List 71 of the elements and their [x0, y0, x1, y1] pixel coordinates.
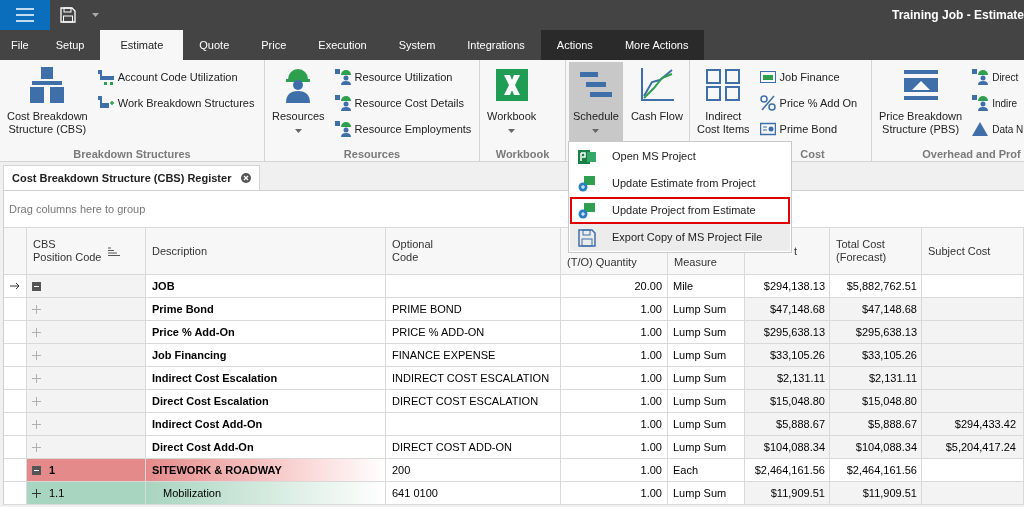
group-panel-hint: Drag columns here to group	[9, 201, 146, 217]
table-cell: 1.00	[561, 298, 668, 321]
table-cell: $295,638.13	[830, 321, 922, 344]
table-cell: Indirect Cost Add-On	[146, 413, 386, 436]
table-cell: 200	[386, 459, 561, 482]
document-tab-title: Cost Breakdown Structure (CBS) Register	[12, 170, 232, 186]
table-cell: Lump Sum	[668, 413, 745, 436]
table-cell: $2,131.11	[745, 367, 830, 390]
table-cell: Price % Add-On	[146, 321, 386, 344]
table-cell: 1.00	[561, 482, 668, 505]
table-cell: 1.00	[561, 436, 668, 459]
table-cell: JOB	[146, 275, 386, 298]
table-cell: $5,888.67	[830, 413, 922, 436]
table-cell: $294,138.13	[745, 275, 830, 298]
table-cell: 20.00	[561, 275, 668, 298]
table-cell: Lump Sum	[668, 298, 745, 321]
table-cell: $5,882,762.51	[830, 275, 922, 298]
table-cell: $2,464,161.56	[830, 459, 922, 482]
table-cell: $11,909.51	[745, 482, 830, 505]
table-cell: PRIME BOND	[386, 298, 561, 321]
table-cell: INDIRECT COST ESCALATION	[386, 367, 561, 390]
window-title: Training Job - Estimate	[891, 7, 1024, 24]
table-cell: Indirect Cost Escalation	[146, 367, 386, 390]
group-label: Resources	[343, 147, 401, 161]
table-cell: Direct Cost Escalation	[146, 390, 386, 413]
table-cell: $2,131.11	[830, 367, 922, 390]
table-cell: SITEWORK & ROADWAY	[146, 459, 386, 482]
table-cell: Lump Sum	[668, 436, 745, 459]
table-cell: 1.00	[561, 390, 668, 413]
table-cell: 1.00	[561, 367, 668, 390]
group-label: Cost	[799, 147, 825, 161]
table-cell: PRICE % ADD-ON	[386, 321, 561, 344]
table-cell: $11,909.51	[830, 482, 922, 505]
group-label: Workbook	[495, 147, 550, 161]
table-cell: Mile	[668, 275, 745, 298]
table-cell: $5,888.67	[745, 413, 830, 436]
table-cell: FINANCE EXPENSE	[386, 344, 561, 367]
table-cell: $104,088.34	[830, 436, 922, 459]
table-cell: DIRECT COST ESCALATION	[386, 390, 561, 413]
table-cell: 1.00	[561, 321, 668, 344]
table-cell: $295,638.13	[745, 321, 830, 344]
position-code: 1	[49, 462, 56, 478]
table-cell: Prime Bond	[146, 298, 386, 321]
table-cell: $47,148.68	[830, 298, 922, 321]
table-cell: Direct Cost Add-On	[146, 436, 386, 459]
table-cell: Lump Sum	[668, 390, 745, 413]
table-cell: $15,048.80	[830, 390, 922, 413]
table-cell: Lump Sum	[668, 482, 745, 505]
table-cell: $33,105.26	[830, 344, 922, 367]
table-cell: $33,105.26	[745, 344, 830, 367]
table-cell: Lump Sum	[668, 321, 745, 344]
table-cell: $5,204,417.24	[922, 436, 1024, 459]
table-cell: $2,464,161.56	[745, 459, 830, 482]
table-cell: $15,048.80	[745, 390, 830, 413]
table-cell: Mobilization	[146, 482, 386, 505]
position-code: 1.1	[49, 485, 65, 501]
table-cell: $294,433.42	[922, 413, 1024, 436]
table-cell: Each	[668, 459, 745, 482]
table-cell: $47,148.68	[745, 298, 830, 321]
table-cell: $104,088.34	[745, 436, 830, 459]
table-cell: DIRECT COST ADD-ON	[386, 436, 561, 459]
group-label: Overhead and Prof	[922, 147, 1021, 161]
group-label: Breakdown Structures	[73, 147, 191, 161]
table-cell: 1.00	[561, 413, 668, 436]
table-cell: 641 0100	[386, 482, 561, 505]
table-cell: Lump Sum	[668, 344, 745, 367]
column-header-label: CBS Position Code	[33, 238, 102, 264]
table-cell: 1.00	[561, 344, 668, 367]
table-cell: Job Financing	[146, 344, 386, 367]
table-cell: 1.00	[561, 459, 668, 482]
table-cell: Lump Sum	[668, 367, 745, 390]
